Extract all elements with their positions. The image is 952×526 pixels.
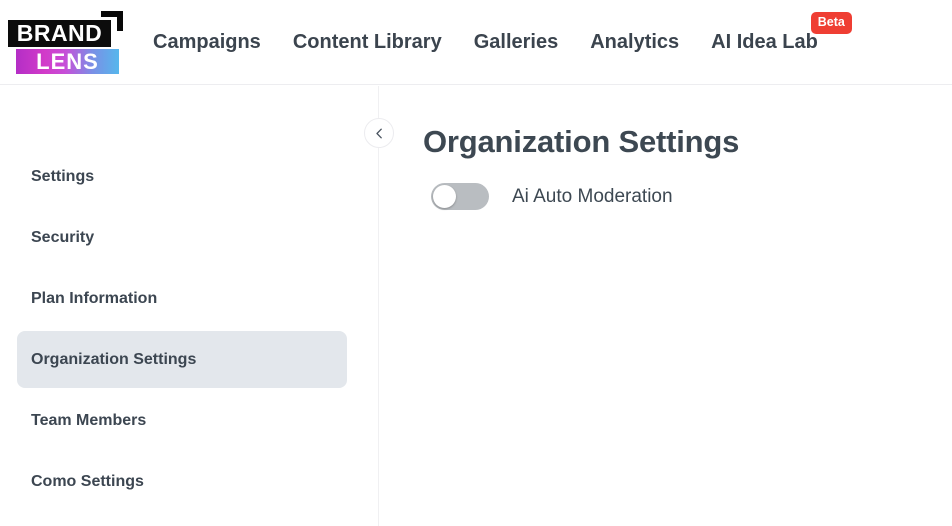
sidebar-item-team-members[interactable]: Team Members [17,392,347,449]
nav-item-ai-idea-lab[interactable]: AI Idea Lab Beta [711,12,852,53]
sidebar-label-organization-settings: Organization Settings [31,350,197,368]
main-nav: Campaigns Content Library Galleries Anal… [153,0,852,85]
brandlens-logo[interactable]: BRAND LENS [8,11,123,74]
nav-item-galleries[interactable]: Galleries [474,32,559,52]
sidebar-item-como-settings[interactable]: Como Settings [17,453,347,510]
nav-item-campaigns[interactable]: Campaigns [153,32,261,52]
sidebar-item-plan-information[interactable]: Plan Information [17,270,347,327]
nav-label-content-library: Content Library [292,31,442,53]
main-content: Organization Settings Ai Auto Moderation [380,86,952,526]
ai-auto-moderation-label: Ai Auto Moderation [512,186,673,207]
beta-badge: Beta [810,12,852,34]
sidebar-item-security[interactable]: Security [17,209,347,266]
nav-label-galleries: Galleries [473,31,559,53]
nav-label-campaigns: Campaigns [153,31,261,53]
settings-sidebar: Settings Security Plan Information Organ… [0,86,379,526]
app-header: BRAND LENS Campaigns Content Library Gal… [0,0,952,85]
logo-brand-word: BRAND [8,20,111,47]
nav-label-analytics: Analytics [590,31,680,53]
sidebar-label-plan-information: Plan Information [31,289,158,307]
sidebar-collapse-button[interactable] [364,118,394,148]
logo-lens-word: LENS [16,49,119,74]
sidebar-item-settings[interactable]: Settings [17,148,347,205]
setting-row-ai-auto-moderation: Ai Auto Moderation [431,183,952,210]
sidebar-label-settings: Settings [31,167,95,185]
sidebar-label-team-members: Team Members [31,411,147,429]
nav-item-analytics[interactable]: Analytics [590,32,679,52]
chevron-left-icon [373,127,386,140]
sidebar-label-como-settings: Como Settings [31,472,144,490]
nav-label-ai-idea-lab: AI Idea Lab [711,31,818,53]
ai-auto-moderation-toggle[interactable] [431,183,489,210]
toggle-knob [433,185,456,208]
sidebar-item-organization-settings[interactable]: Organization Settings [17,331,347,388]
nav-item-content-library[interactable]: Content Library [293,32,442,52]
page-title: Organization Settings [423,124,740,159]
sidebar-label-security: Security [31,228,95,246]
